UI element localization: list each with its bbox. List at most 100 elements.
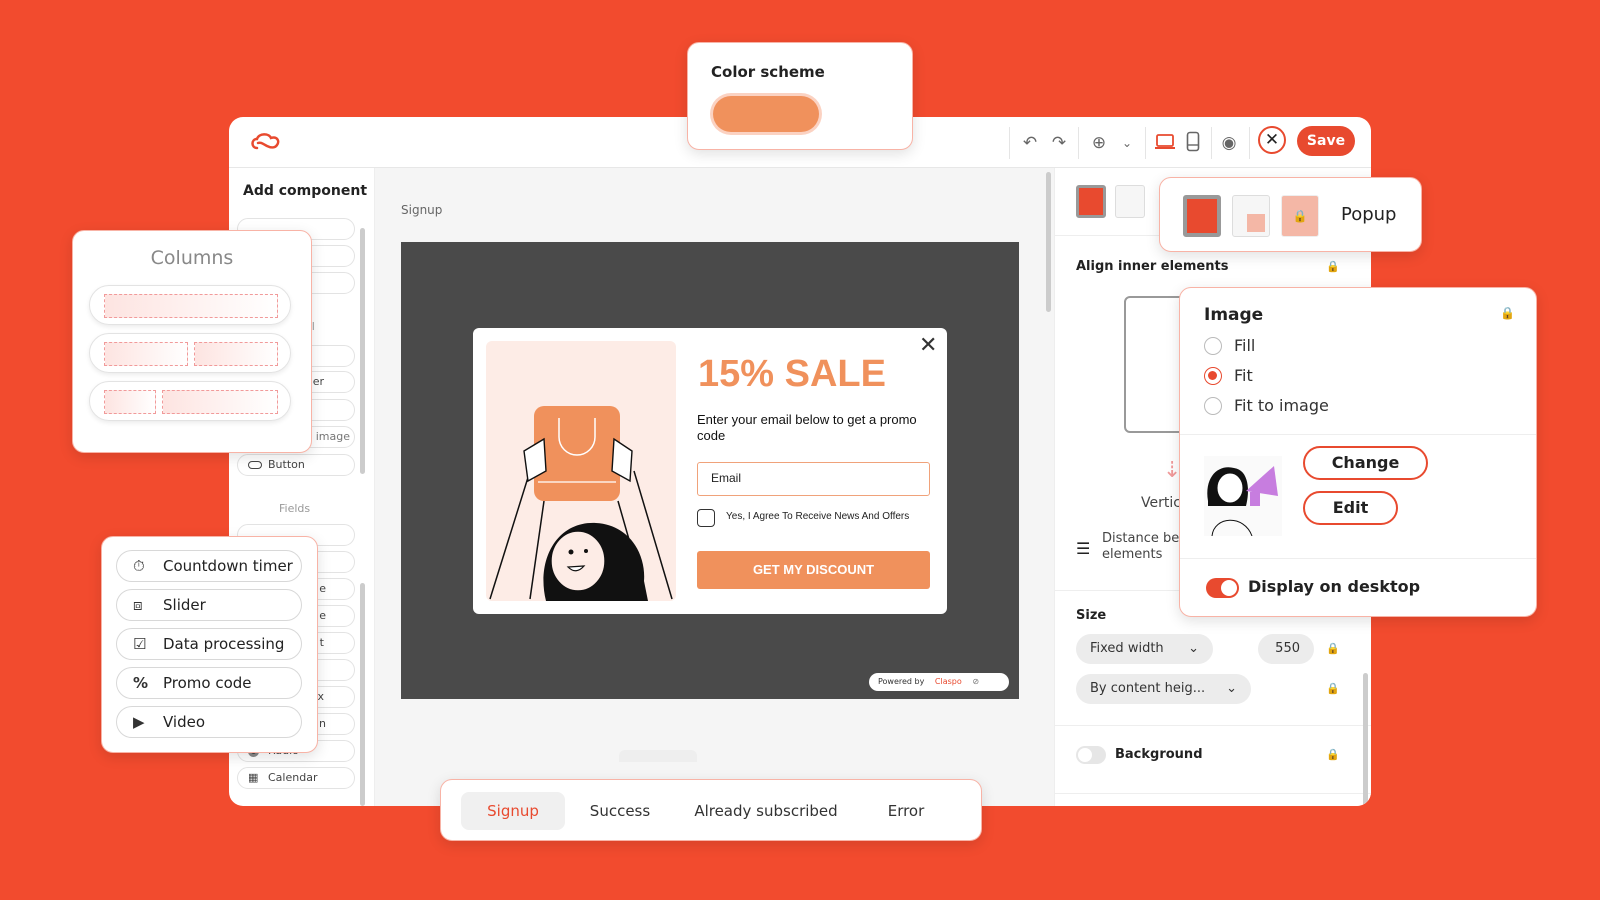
- sidebar-scrollbar[interactable]: [360, 228, 365, 474]
- chevron-down-icon: ⌄: [1188, 641, 1199, 656]
- popup-type-option-locked[interactable]: 🔒: [1281, 195, 1319, 237]
- slider-icon: ⧈: [133, 596, 143, 614]
- sale-headline: 15% SALE: [698, 353, 886, 395]
- powered-by-text: Powered by: [878, 677, 925, 686]
- lock-icon[interactable]: 🔒: [1326, 260, 1340, 273]
- powered-by-badge[interactable]: Powered by Claspo ⊘: [869, 673, 1009, 691]
- field-label: Video: [163, 713, 206, 731]
- sidebar-item-label: Button: [268, 458, 305, 471]
- fields-card: ⏱ Countdown timer ⧈ Slider ☑ Data processin…: [101, 536, 318, 753]
- radio-label: Fill: [1234, 336, 1256, 355]
- image-settings-card: Image 🔒 Fill Fit Fit to image Change Edi…: [1179, 287, 1537, 617]
- chevron-down-icon[interactable]: ⌄: [1115, 131, 1139, 155]
- field-label: Countdown timer: [163, 557, 293, 575]
- column-layout-1[interactable]: [89, 285, 291, 325]
- page-tabs: Signup Success Already subscribed Error: [440, 779, 982, 841]
- popup-type-label: Popup: [1341, 204, 1397, 225]
- lock-icon[interactable]: 🔒: [1326, 682, 1340, 695]
- edit-image-button[interactable]: Edit: [1303, 491, 1398, 525]
- distance-line: elements: [1102, 547, 1163, 562]
- image-thumbnail[interactable]: [1204, 456, 1282, 536]
- column-layout-3[interactable]: [89, 381, 291, 421]
- width-value-input[interactable]: 550: [1258, 634, 1314, 664]
- popup-preview: ✕ 15% SALE Enter your email below to get…: [473, 328, 947, 614]
- popup-type-option-floating[interactable]: [1232, 195, 1270, 237]
- mobile-icon[interactable]: [1186, 131, 1200, 153]
- color-scheme-title: Color scheme: [711, 63, 825, 81]
- color-swatch[interactable]: [713, 96, 819, 132]
- radio-label: Fit: [1234, 366, 1253, 385]
- sidebar-item-calendar[interactable]: ▦ Calendar: [237, 767, 355, 789]
- field-label: Slider: [163, 596, 206, 614]
- field-countdown-timer[interactable]: ⏱ Countdown timer: [116, 550, 302, 582]
- field-slider[interactable]: ⧈ Slider: [116, 589, 302, 621]
- panel-scrollbar[interactable]: [1363, 673, 1368, 806]
- desktop-icon[interactable]: [1154, 133, 1176, 151]
- chevron-down-icon: ⌄: [1226, 681, 1237, 696]
- tab-error[interactable]: Error: [866, 792, 946, 830]
- sidebar-item-button[interactable]: Button: [237, 454, 355, 476]
- sale-subtitle: Enter your email below to get a promo co…: [697, 412, 917, 443]
- fields-heading: Fields: [279, 502, 311, 515]
- change-image-button[interactable]: Change: [1303, 446, 1428, 480]
- tab-signup[interactable]: Signup: [461, 792, 565, 830]
- tab-already-subscribed[interactable]: Already subscribed: [681, 792, 851, 830]
- color-scheme-card: Color scheme: [687, 42, 913, 150]
- layout-floating-option[interactable]: [1115, 185, 1145, 218]
- radio-fit-to-image[interactable]: [1204, 397, 1222, 415]
- popup-type-option-selected[interactable]: [1183, 195, 1221, 237]
- globe-icon[interactable]: ⊕: [1087, 131, 1111, 155]
- button-icon: [248, 461, 262, 469]
- dropdown-value: By content heig...: [1090, 681, 1206, 696]
- claspo-logo-icon: [251, 133, 280, 150]
- canvas-scrollbar[interactable]: [1046, 172, 1051, 312]
- undo-icon[interactable]: ↶: [1018, 131, 1042, 155]
- radio-fit[interactable]: [1204, 367, 1222, 385]
- email-input[interactable]: Email: [697, 462, 930, 496]
- percent-icon: %: [133, 674, 149, 692]
- field-data-processing[interactable]: ☑ Data processing: [116, 628, 302, 660]
- lock-icon[interactable]: 🔒: [1500, 306, 1515, 320]
- display-desktop-toggle[interactable]: [1206, 578, 1239, 598]
- sidebar-item-label: Calendar: [268, 771, 318, 784]
- layout-popup-option[interactable]: [1076, 185, 1106, 218]
- timer-icon: ⏱: [133, 557, 145, 575]
- image-title: Image: [1204, 305, 1264, 325]
- save-button[interactable]: Save: [1297, 126, 1355, 156]
- field-promo-code[interactable]: % Promo code: [116, 667, 302, 699]
- video-icon: ▶: [133, 713, 145, 731]
- radio-fill[interactable]: [1204, 337, 1222, 355]
- width-mode-dropdown[interactable]: Fixed width ⌄: [1076, 634, 1213, 664]
- background-label: Background: [1115, 747, 1203, 762]
- distance-label: Distance be elements: [1102, 531, 1179, 563]
- vertical-label: Vertic: [1141, 495, 1181, 511]
- tab-success[interactable]: Success: [575, 792, 665, 830]
- dropdown-value: Fixed width: [1090, 641, 1164, 656]
- lock-icon[interactable]: 🔒: [1326, 642, 1340, 655]
- sidebar-scrollbar[interactable]: [360, 583, 365, 806]
- field-label: Promo code: [163, 674, 252, 692]
- redo-icon[interactable]: ↷: [1047, 131, 1071, 155]
- checkbox-icon: ☑: [133, 635, 147, 653]
- background-toggle[interactable]: [1076, 746, 1106, 764]
- hide-icon[interactable]: ⊘: [972, 677, 979, 686]
- eye-icon[interactable]: ◉: [1217, 131, 1241, 155]
- get-discount-button[interactable]: GET MY DISCOUNT: [697, 551, 930, 589]
- popup-type-card: 🔒 Popup: [1159, 177, 1422, 252]
- distance-icon: ☰: [1076, 539, 1091, 558]
- size-title: Size: [1076, 608, 1107, 623]
- height-mode-dropdown[interactable]: By content heig... ⌄: [1076, 674, 1251, 704]
- distance-line: Distance be: [1102, 531, 1180, 546]
- field-video[interactable]: ▶ Video: [116, 706, 302, 738]
- close-editor-button[interactable]: ✕: [1258, 126, 1286, 154]
- close-icon[interactable]: ✕: [919, 333, 937, 358]
- display-desktop-label: Display on desktop: [1248, 577, 1421, 596]
- column-layout-2[interactable]: [89, 333, 291, 373]
- radio-label: Fit to image: [1234, 396, 1329, 415]
- calendar-icon: ▦: [248, 771, 259, 784]
- sidebar-title: Add component: [243, 183, 368, 199]
- columns-card: Columns: [72, 230, 312, 453]
- claspo-brand: Claspo: [934, 677, 962, 686]
- consent-checkbox[interactable]: [697, 509, 715, 527]
- lock-icon[interactable]: 🔒: [1326, 748, 1340, 761]
